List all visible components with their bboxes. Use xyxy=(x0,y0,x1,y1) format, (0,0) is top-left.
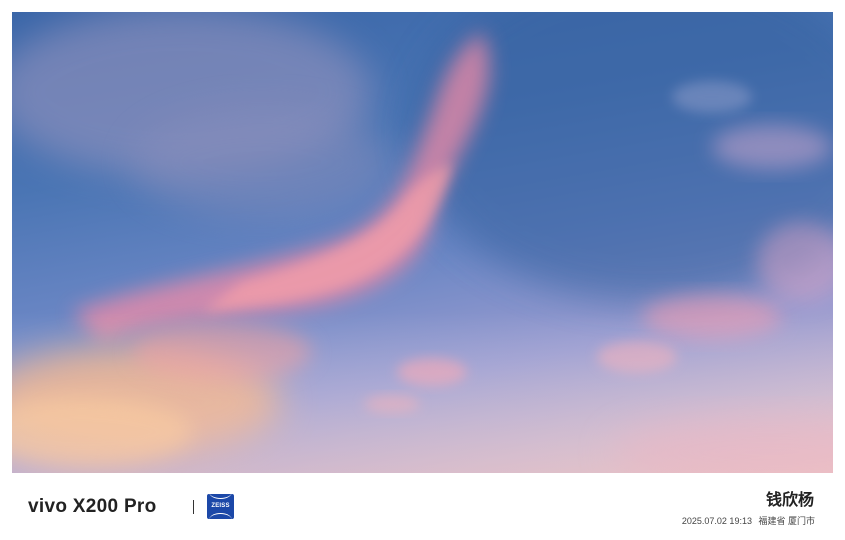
zeiss-logo-arc-top xyxy=(209,494,232,499)
zeiss-logo-arc-bottom xyxy=(209,513,232,519)
brand-divider xyxy=(193,500,194,514)
device-brand: vivo X200 Pro xyxy=(28,496,157,517)
sky-photo xyxy=(12,12,833,473)
photo-location: 福建省 厦门市 xyxy=(758,516,815,526)
author-name: 钱欣杨 xyxy=(765,490,814,509)
zeiss-logo-text: ZEISS xyxy=(211,503,230,509)
photo-datetime: 2025.07.02 19:13 xyxy=(681,516,752,526)
photo-watermark-bar: vivo X200 Pro ZEISS 钱欣杨 2025.07.02 19:13… xyxy=(0,473,845,540)
sky-clouds-image xyxy=(12,12,833,473)
photo-meta: 2025.07.02 19:13 福建省 厦门市 xyxy=(682,514,815,527)
zeiss-logo-icon: ZEISS xyxy=(207,494,234,519)
